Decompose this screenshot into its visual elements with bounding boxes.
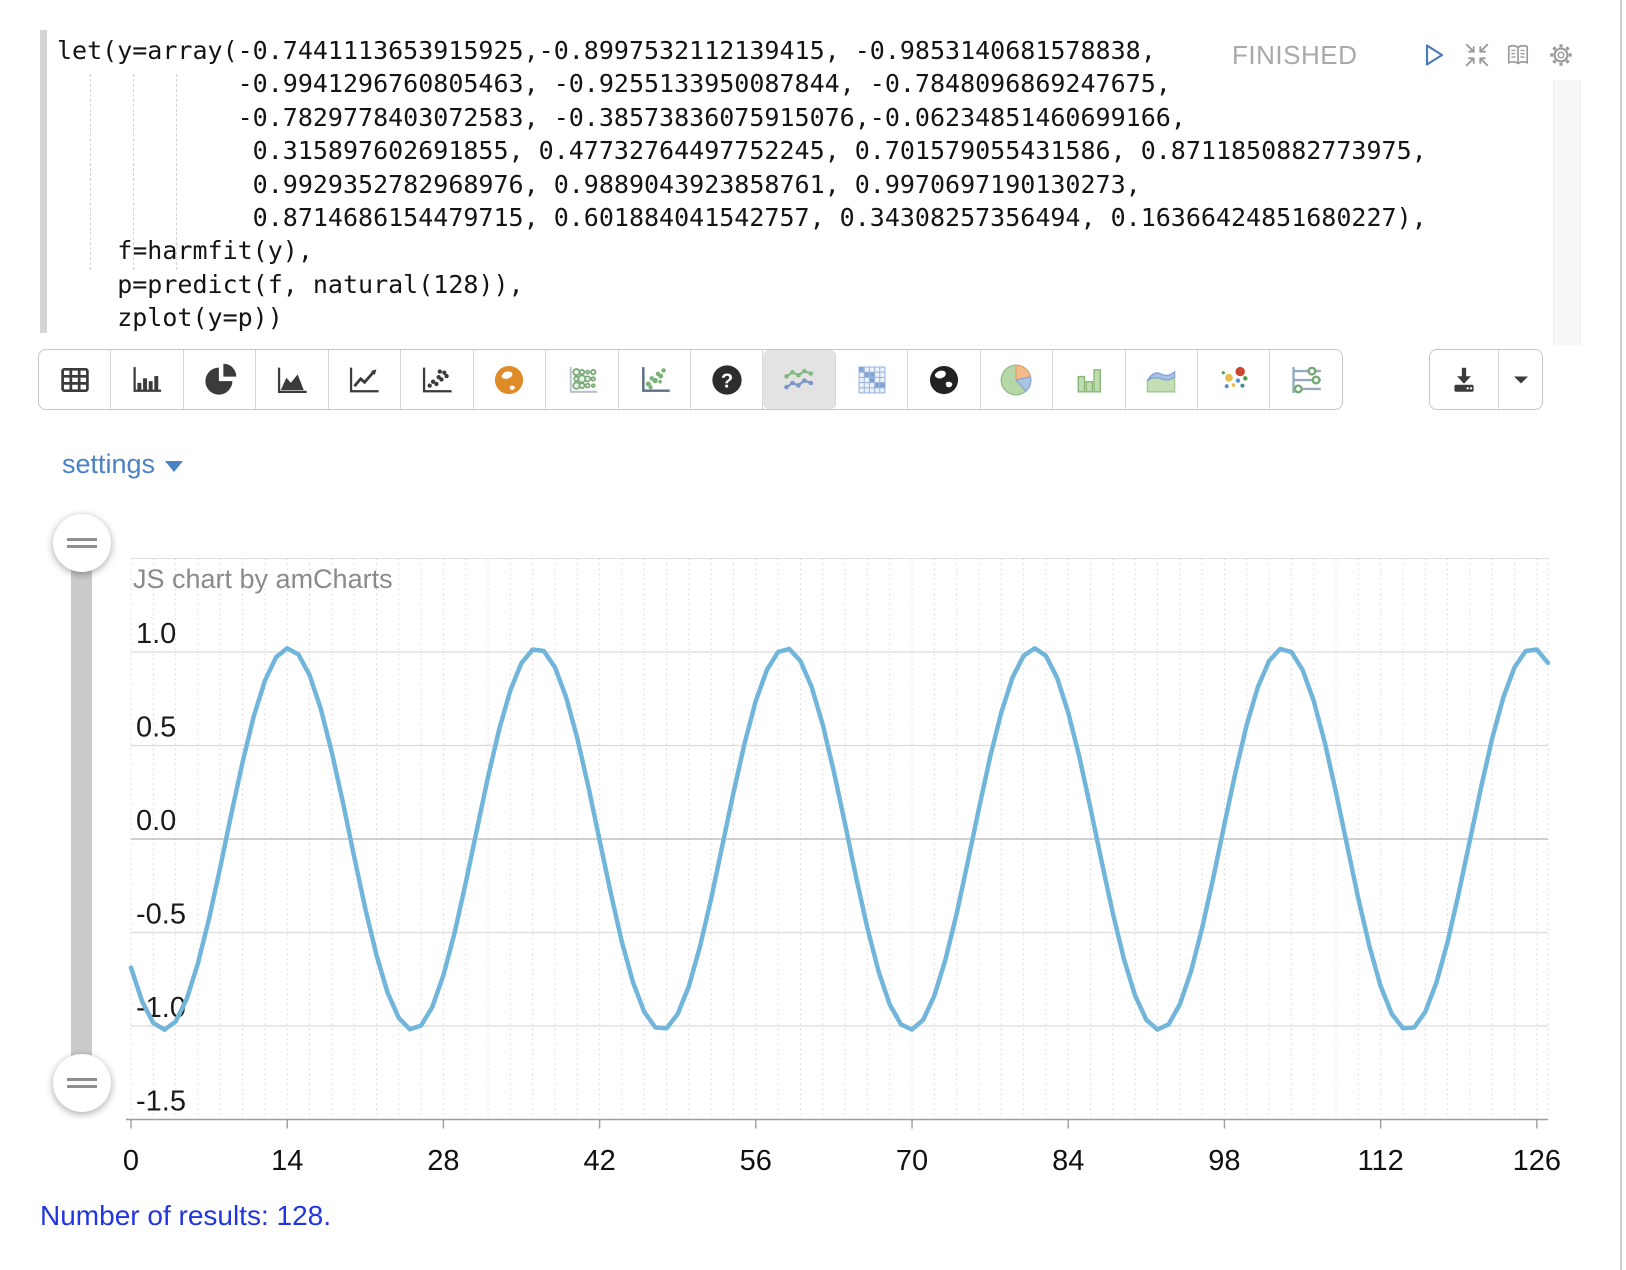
svg-text:28: 28	[427, 1145, 459, 1177]
collapse-icon[interactable]	[1462, 40, 1492, 70]
toolbar-item-globe-dark-icon[interactable]	[908, 350, 980, 409]
svg-text:56: 56	[740, 1145, 772, 1177]
code-editor[interactable]: let(y=array(-0.7441113653915925,-0.89975…	[40, 28, 1540, 340]
toolbar-item-scatter-green-icon[interactable]	[619, 350, 691, 409]
settings-link[interactable]: settings	[62, 449, 183, 480]
toolbar-item-globe-orange-icon[interactable]	[474, 350, 546, 409]
svg-text:-0.5: -0.5	[136, 899, 186, 931]
grip-line	[67, 538, 97, 541]
grip-line	[67, 1078, 97, 1081]
toolbar-item-table-icon[interactable]	[39, 350, 111, 409]
toolbar-item-stacked-area-icon[interactable]	[1126, 350, 1198, 409]
toolbar-item-range-slider-icon[interactable]	[1270, 350, 1341, 409]
y-axis-labels: 1.00.50.0-0.5-1.0-1.5	[136, 618, 186, 1118]
export-toolbar	[1429, 349, 1543, 410]
svg-text:-1.5: -1.5	[136, 1086, 186, 1118]
svg-text:126: 126	[1513, 1145, 1561, 1177]
chart-area[interactable]: 1.00.50.0-0.5-1.0-1.50142842567084981121…	[100, 545, 1570, 1200]
grip-line	[67, 1085, 97, 1088]
toolbar-item-heatmap-icon[interactable]	[836, 350, 908, 409]
toolbar-item-bubble-color-icon[interactable]	[1198, 350, 1270, 409]
results-count: Number of results: 128.	[40, 1200, 331, 1232]
settings-label: settings	[62, 449, 155, 480]
download-button[interactable]	[1430, 350, 1499, 409]
page-scrollbar[interactable]	[1620, 0, 1622, 1270]
toolbar-item-pie-chart-icon[interactable]	[184, 350, 256, 409]
editor-scrollbar[interactable]	[1553, 80, 1581, 345]
toolbar-item-pie-color-icon[interactable]	[981, 350, 1053, 409]
gear-icon[interactable]	[1546, 40, 1576, 70]
settings-caret-icon	[165, 461, 183, 472]
app-screen: let(y=array(-0.7441113653915925,-0.89975…	[0, 0, 1626, 1270]
download-options-caret[interactable]	[1499, 350, 1542, 409]
code-text[interactable]: let(y=array(-0.7441113653915925,-0.89975…	[40, 28, 1540, 335]
toolbar-item-bar-chart-icon[interactable]	[111, 350, 183, 409]
svg-text:0.5: 0.5	[136, 712, 176, 744]
chart-title: JS chart by amCharts	[133, 564, 393, 594]
indent-guide	[133, 74, 134, 270]
horizontal-gridlines	[126, 559, 1548, 1120]
toolbar-item-bubble-grid-icon[interactable]	[546, 350, 618, 409]
toolbar-item-area-chart-icon[interactable]	[256, 350, 328, 409]
book-icon[interactable]	[1503, 40, 1533, 70]
svg-text:1.0: 1.0	[136, 618, 176, 650]
chart-type-toolbar: ?	[38, 349, 1343, 410]
toolbar-item-scatter-plot-icon[interactable]	[401, 350, 473, 409]
svg-text:112: 112	[1358, 1145, 1404, 1177]
grip-line	[67, 545, 97, 548]
line-chart-plot[interactable]: 1.00.50.0-0.5-1.0-1.50142842567084981121…	[100, 545, 1570, 1200]
indent-guide	[90, 74, 91, 270]
svg-text:14: 14	[271, 1145, 303, 1177]
toolbar-item-column-green-icon[interactable]	[1053, 350, 1125, 409]
svg-text:42: 42	[583, 1145, 615, 1177]
svg-text:98: 98	[1208, 1145, 1240, 1177]
svg-text:0.0: 0.0	[136, 805, 176, 837]
svg-text:0: 0	[123, 1145, 139, 1177]
code-editor-left-bar	[40, 30, 47, 333]
x-axis-ticks: 0 14 28 42 56 70 84 98 112 126	[123, 1120, 1561, 1178]
toolbar-item-help-icon[interactable]: ?	[691, 350, 763, 409]
toolbar-item-line-series-icon[interactable]	[763, 350, 835, 409]
svg-text:?: ?	[720, 370, 732, 392]
toolbar-item-line-chart-icon[interactable]	[329, 350, 401, 409]
indent-guide	[176, 74, 177, 270]
svg-text:84: 84	[1052, 1145, 1084, 1177]
chart-vertical-zoom-track[interactable]	[71, 543, 92, 1083]
play-icon[interactable]	[1418, 40, 1448, 70]
svg-text:70: 70	[896, 1145, 928, 1177]
status-finished: FINISHED	[1232, 40, 1357, 71]
